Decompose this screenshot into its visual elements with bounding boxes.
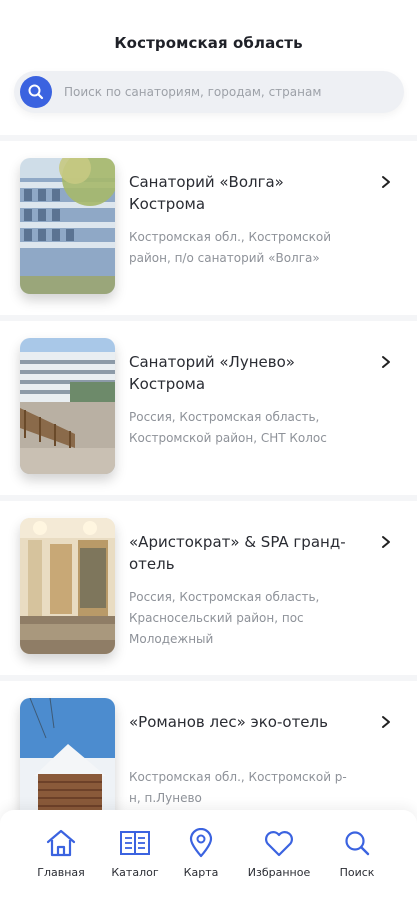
resort-list: Санаторий «Волга» Кострома Костромская о… xyxy=(0,135,417,810)
list-item[interactable]: «Романов лес» эко-отель Костромская обл.… xyxy=(0,681,417,810)
tab-label: Главная xyxy=(37,866,85,879)
tab-map[interactable]: Карта xyxy=(166,828,236,879)
search-icon xyxy=(345,831,370,856)
resort-address: Россия, Костромская область, Костромской… xyxy=(129,410,327,445)
resort-name: «Романов лес» эко-отель xyxy=(129,713,328,731)
resort-address: Костромская обл., Костромской район, п/о… xyxy=(129,230,331,265)
chevron-right-icon[interactable] xyxy=(381,175,391,189)
resort-address: Костромская обл., Костромской р-н, п.Лун… xyxy=(129,770,347,805)
resort-name: Санаторий «Лунево» Кострома xyxy=(129,353,295,393)
resort-name: «Аристократ» & SPA гранд-отель xyxy=(129,533,346,573)
tab-favorites[interactable]: Избранное xyxy=(244,828,314,879)
resort-photo xyxy=(20,698,115,810)
tab-label: Поиск xyxy=(339,866,375,879)
chevron-right-icon[interactable] xyxy=(381,715,391,729)
tab-label: Карта xyxy=(183,866,219,879)
resort-address: Россия, Костромская область, Красносельс… xyxy=(129,590,320,646)
chevron-right-icon[interactable] xyxy=(381,355,391,369)
list-item[interactable]: «Аристократ» & SPA гранд-отель Россия, К… xyxy=(0,501,417,681)
home-icon xyxy=(46,829,76,857)
search-input[interactable] xyxy=(64,71,394,113)
bottom-tab-bar: Главная Каталог Карта Избранное Поиск xyxy=(0,810,417,900)
search-icon[interactable] xyxy=(20,76,52,108)
list-item[interactable]: Санаторий «Лунево» Кострома Россия, Кост… xyxy=(0,321,417,501)
resort-photo xyxy=(20,518,115,654)
list-item[interactable]: Санаторий «Волга» Кострома Костромская о… xyxy=(0,141,417,321)
tab-label: Избранное xyxy=(247,866,311,879)
chevron-right-icon[interactable] xyxy=(381,535,391,549)
search-bar[interactable] xyxy=(14,71,404,113)
header: Костромская область xyxy=(0,0,417,135)
tab-home[interactable]: Главная xyxy=(26,828,96,879)
tab-label: Каталог xyxy=(111,866,159,879)
tab-search[interactable]: Поиск xyxy=(322,828,392,879)
tab-catalog[interactable]: Каталог xyxy=(100,828,170,879)
map-pin-icon xyxy=(189,828,213,858)
resort-photo xyxy=(20,338,115,474)
resort-name: Санаторий «Волга» Кострома xyxy=(129,173,284,213)
page-title: Костромская область xyxy=(114,34,303,52)
catalog-icon xyxy=(120,831,150,855)
heart-icon xyxy=(265,831,293,857)
resort-photo xyxy=(20,158,115,294)
